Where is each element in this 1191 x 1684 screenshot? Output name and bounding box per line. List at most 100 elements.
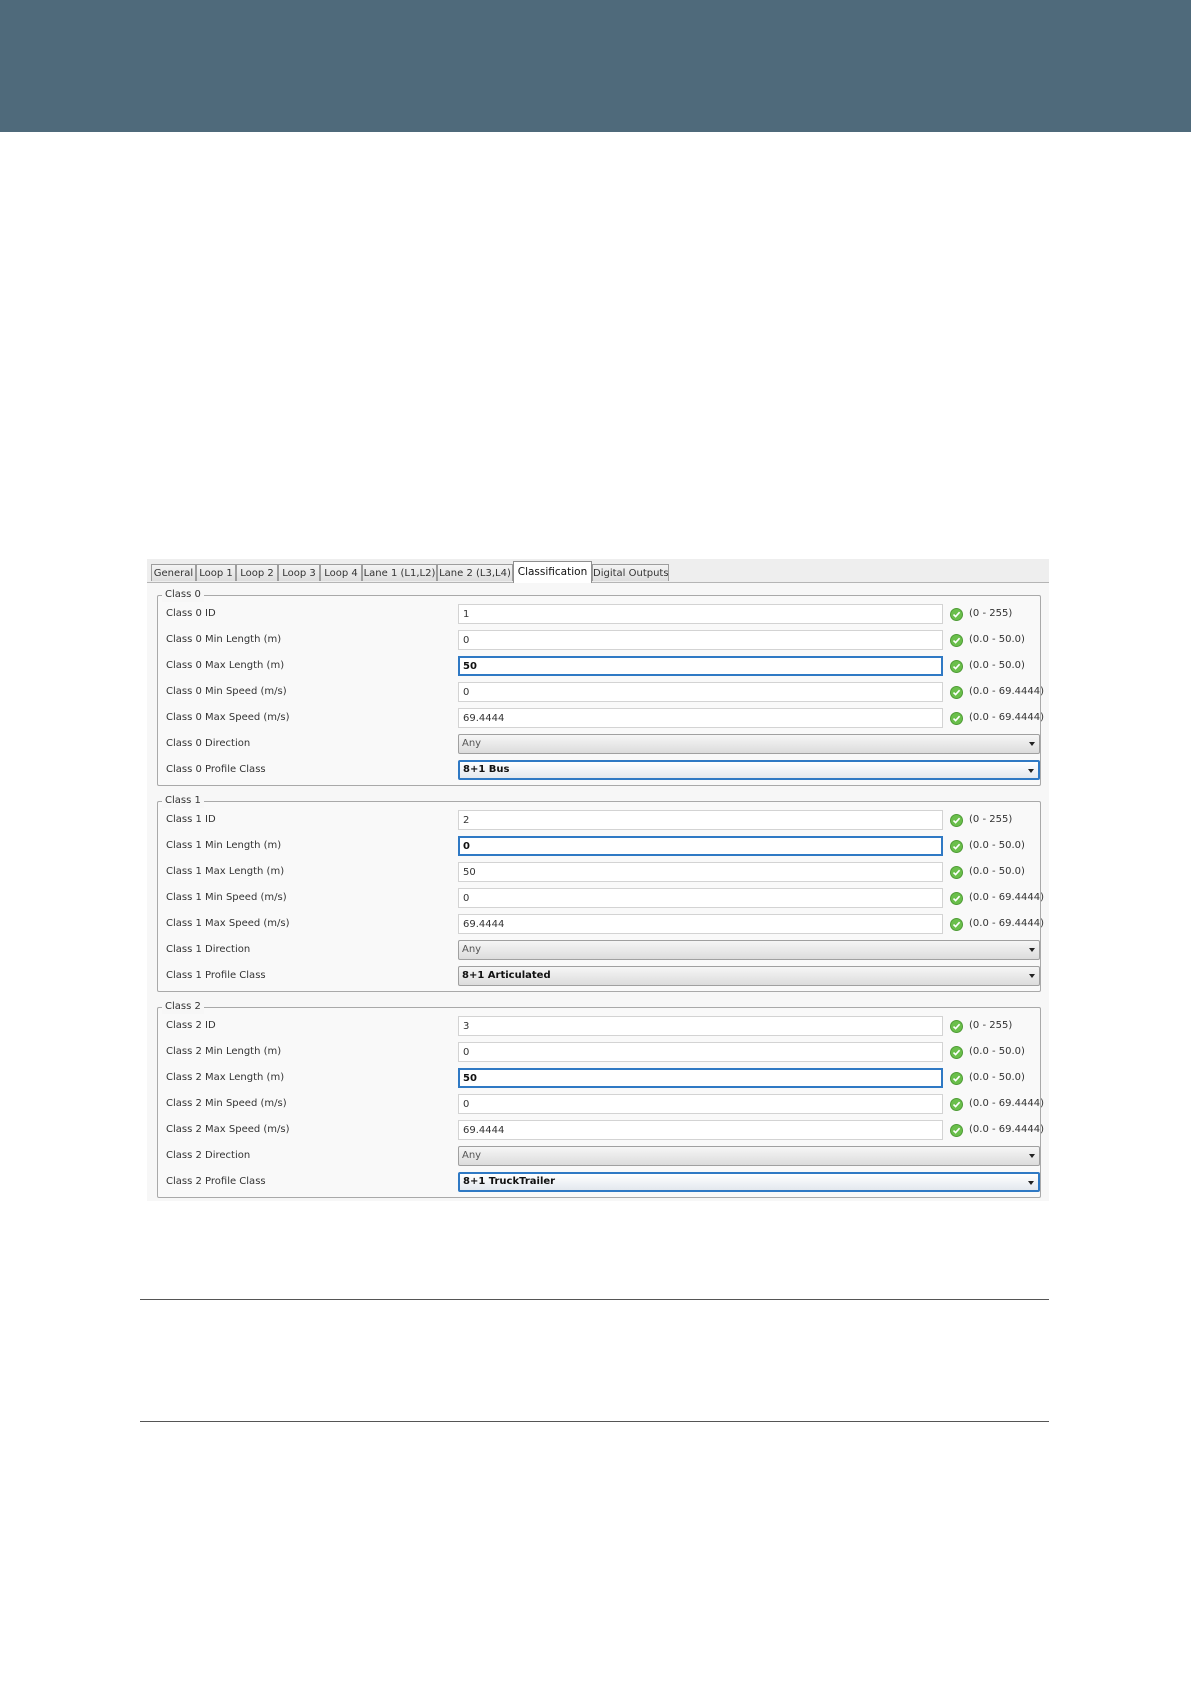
select-value: Any [462, 738, 482, 749]
divider-rule [140, 1299, 1049, 1300]
class-1-profile-select[interactable]: 8+1 Articulated [458, 966, 1040, 986]
class-2-max-speed-input[interactable] [458, 1120, 943, 1140]
class-0-profile-select[interactable]: 8+1 Bus [458, 760, 1040, 780]
valid-range: (0.0 - 50.0) [969, 866, 1025, 877]
field-label: Class 0 Profile Class [166, 764, 266, 775]
valid-range: (0.0 - 50.0) [969, 634, 1025, 645]
field-label: Class 1 Min Length (m) [166, 840, 282, 851]
class-0-id-input[interactable] [458, 604, 943, 624]
class-2-title: Class 2 [162, 1000, 204, 1014]
class-2-min-speed-input[interactable] [458, 1094, 943, 1114]
tab-digital-outputs[interactable]: Digital Outputs [592, 564, 669, 581]
class-2-max-length-input[interactable] [458, 1068, 943, 1088]
field-label: Class 1 Min Speed (m/s) [166, 892, 287, 903]
class-1-profile-row: Class 1 Profile Class 8+1 Articulated [158, 963, 1040, 989]
valid-range: (0.0 - 69.4444) [969, 686, 1045, 697]
class-2-profile-row: Class 2 Profile Class 8+1 TruckTrailer [158, 1169, 1040, 1195]
class-1-max-length-input[interactable] [458, 862, 943, 882]
divider-rule [140, 1421, 1049, 1422]
check-circle-icon [950, 660, 963, 673]
class-2-direction-select[interactable]: Any [458, 1146, 1040, 1166]
class-0-profile-row: Class 0 Profile Class 8+1 Bus [158, 757, 1040, 783]
check-circle-icon [950, 892, 963, 905]
select-value: 8+1 TruckTrailer [463, 1176, 556, 1187]
class-1-max-length-row: Class 1 Max Length (m) (0.0 - 50.0) [158, 859, 1040, 885]
class-0-min-speed-row: Class 0 Min Speed (m/s) (0.0 - 69.4444) [158, 679, 1044, 705]
valid-range: (0.0 - 50.0) [969, 660, 1025, 671]
check-circle-icon [950, 1046, 963, 1059]
class-1-direction-select[interactable]: Any [458, 940, 1040, 960]
chevron-down-icon [1029, 948, 1035, 952]
tab-loop-3[interactable]: Loop 3 [278, 564, 320, 581]
valid-range: (0.0 - 50.0) [969, 1072, 1025, 1083]
field-label: Class 0 Max Speed (m/s) [166, 712, 290, 723]
field-label: Class 2 Max Speed (m/s) [166, 1124, 290, 1135]
class-2-direction-row: Class 2 Direction Any [158, 1143, 1040, 1169]
class-2-id-input[interactable] [458, 1016, 943, 1036]
class-1-max-speed-input[interactable] [458, 914, 943, 934]
field-label: Class 2 Min Length (m) [166, 1046, 282, 1057]
chevron-down-icon [1029, 742, 1035, 746]
check-circle-icon [950, 634, 963, 647]
check-circle-icon [950, 1098, 963, 1111]
valid-range: (0 - 255) [969, 1020, 1013, 1031]
tab-lane-2[interactable]: Lane 2 (L3,L4) [437, 564, 513, 581]
valid-range: (0 - 255) [969, 608, 1013, 619]
class-1-min-speed-input[interactable] [458, 888, 943, 908]
check-circle-icon [950, 608, 963, 621]
class-0-min-length-row: Class 0 Min Length (m) (0.0 - 50.0) [158, 627, 1040, 653]
tab-loop-4[interactable]: Loop 4 [320, 564, 362, 581]
class-1-min-length-input[interactable] [458, 836, 943, 856]
tab-lane-1[interactable]: Lane 1 (L1,L2) [362, 564, 437, 581]
chevron-down-icon [1029, 1154, 1035, 1158]
class-2-group: Class 2 Class 2 ID (0 - 255) Class 2 Min… [157, 1000, 1044, 1198]
class-0-id-row: Class 0 ID (0 - 255) [158, 601, 1040, 627]
tab-loop-2[interactable]: Loop 2 [236, 564, 278, 581]
tab-loop-1[interactable]: Loop 1 [196, 564, 236, 581]
valid-range: (0.0 - 50.0) [969, 1046, 1025, 1057]
check-circle-icon [950, 1072, 963, 1085]
class-2-min-length-row: Class 2 Min Length (m) (0.0 - 50.0) [158, 1039, 1040, 1065]
class-0-max-length-input[interactable] [458, 656, 943, 676]
tab-classification[interactable]: Classification [513, 561, 592, 583]
select-value: 8+1 Bus [463, 764, 510, 775]
chevron-down-icon [1028, 1181, 1034, 1185]
class-0-max-speed-row: Class 0 Max Speed (m/s) (0.0 - 69.4444) [158, 705, 1044, 731]
class-2-profile-select[interactable]: 8+1 TruckTrailer [458, 1172, 1040, 1192]
classification-settings-window: General Loop 1 Loop 2 Loop 3 Loop 4 Lane… [147, 559, 1049, 1201]
field-label: Class 2 Min Speed (m/s) [166, 1098, 287, 1109]
field-label: Class 2 Max Length (m) [166, 1072, 285, 1083]
page-header-band [0, 0, 1191, 132]
tab-bar: General Loop 1 Loop 2 Loop 3 Loop 4 Lane… [147, 559, 1049, 583]
valid-range: (0.0 - 69.4444) [969, 1124, 1045, 1135]
field-label: Class 0 Min Length (m) [166, 634, 282, 645]
class-0-direction-select[interactable]: Any [458, 734, 1040, 754]
class-2-id-row: Class 2 ID (0 - 255) [158, 1013, 1040, 1039]
class-2-min-length-input[interactable] [458, 1042, 943, 1062]
class-0-max-length-row: Class 0 Max Length (m) (0.0 - 50.0) [158, 653, 1040, 679]
valid-range: (0.0 - 69.4444) [969, 712, 1045, 723]
class-0-group: Class 0 Class 0 ID (0 - 255) Class 0 Min… [157, 588, 1044, 786]
check-circle-icon [950, 1020, 963, 1033]
select-value: 8+1 Articulated [462, 970, 551, 981]
class-1-id-input[interactable] [458, 810, 943, 830]
tab-general[interactable]: General [151, 564, 196, 581]
class-1-title: Class 1 [162, 794, 204, 808]
check-circle-icon [950, 814, 963, 827]
class-0-max-speed-input[interactable] [458, 708, 943, 728]
field-label: Class 0 ID [166, 608, 216, 619]
check-circle-icon [950, 1124, 963, 1137]
class-2-max-speed-row: Class 2 Max Speed (m/s) (0.0 - 69.4444) [158, 1117, 1044, 1143]
class-1-max-speed-row: Class 1 Max Speed (m/s) (0.0 - 69.4444) [158, 911, 1044, 937]
class-0-min-speed-input[interactable] [458, 682, 943, 702]
class-0-min-length-input[interactable] [458, 630, 943, 650]
class-1-id-row: Class 1 ID (0 - 255) [158, 807, 1040, 833]
class-1-min-length-row: Class 1 Min Length (m) (0.0 - 50.0) [158, 833, 1040, 859]
class-0-direction-row: Class 0 Direction Any [158, 731, 1040, 757]
select-value: Any [462, 944, 482, 955]
chevron-down-icon [1029, 974, 1035, 978]
class-2-min-speed-row: Class 2 Min Speed (m/s) (0.0 - 69.4444) [158, 1091, 1044, 1117]
check-circle-icon [950, 866, 963, 879]
field-label: Class 1 ID [166, 814, 216, 825]
field-label: Class 1 Max Length (m) [166, 866, 285, 877]
